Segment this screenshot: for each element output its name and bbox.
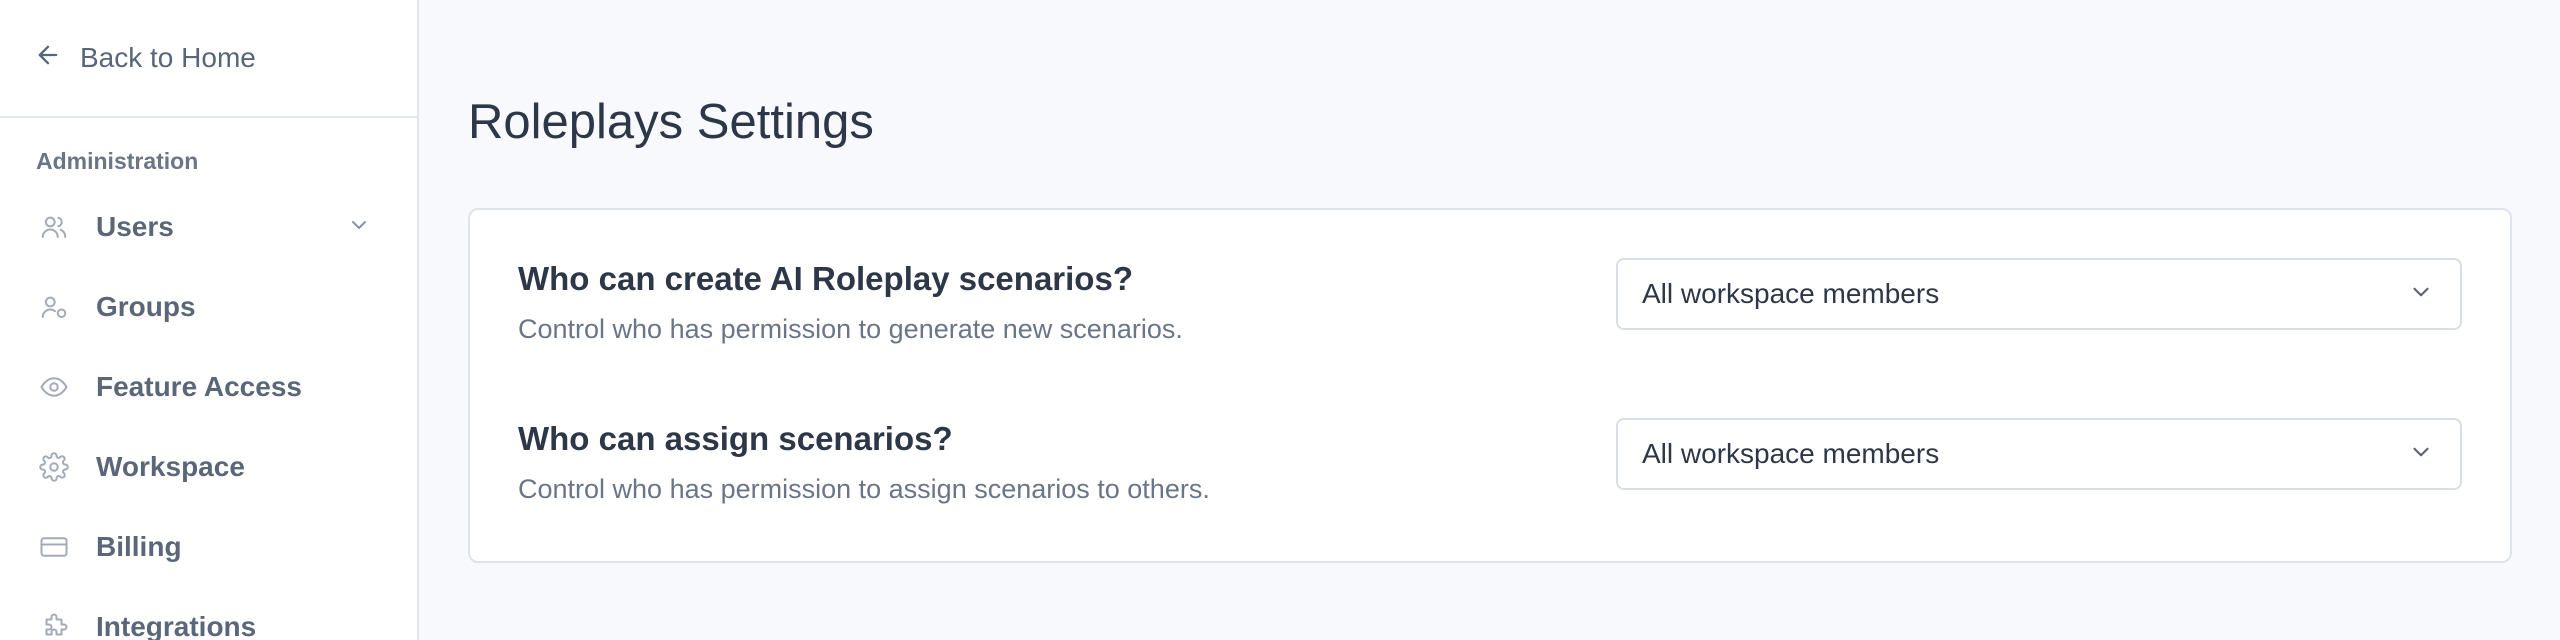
gear-icon	[38, 451, 70, 483]
sidebar-item-feature-access[interactable]: Feature Access	[0, 347, 417, 427]
back-link-label: Back to Home	[80, 42, 256, 73]
select-value: All workspace members	[1642, 278, 1940, 309]
app-root: Back to Home Administration Users Groups	[0, 0, 2560, 640]
chevron-down-icon	[2408, 439, 2434, 470]
create-permission-select[interactable]: All workspace members	[1616, 258, 2462, 330]
chevron-down-icon[interactable]	[347, 213, 371, 242]
section-label-administration: Administration	[36, 148, 199, 174]
credit-card-icon	[38, 531, 70, 563]
sidebar-item-users[interactable]: Users	[0, 187, 417, 267]
sidebar-item-label: Billing	[96, 531, 182, 562]
chevron-down-icon	[2408, 279, 2434, 310]
sidebar-item-billing[interactable]: Billing	[0, 507, 417, 587]
eye-icon	[38, 371, 70, 403]
sidebar-item-label: Groups	[96, 291, 196, 322]
setting-row-assign: Who can assign scenarios? Control who ha…	[518, 418, 2462, 505]
sidebar-item-label: Feature Access	[96, 371, 302, 402]
sidebar-item-groups[interactable]: Groups	[0, 267, 417, 347]
user-group-icon	[38, 291, 70, 323]
sidebar: Back to Home Administration Users Groups	[0, 0, 419, 640]
sidebar-item-integrations[interactable]: Integrations	[0, 587, 417, 640]
admin-nav: Users Groups Feature Access Workspace Bi…	[0, 187, 417, 640]
sidebar-item-label: Users	[96, 211, 174, 242]
setting-row-create: Who can create AI Roleplay scenarios? Co…	[518, 258, 2462, 345]
puzzle-icon	[38, 611, 70, 640]
sidebar-item-label: Integrations	[96, 611, 257, 640]
page-title: Roleplays Settings	[468, 95, 874, 149]
assign-permission-select[interactable]: All workspace members	[1616, 418, 2462, 490]
back-to-home-link[interactable]: Back to Home	[0, 0, 417, 118]
sidebar-item-label: Workspace	[96, 451, 245, 482]
main-content: Roleplays Settings Who can create AI Rol…	[419, 0, 2560, 640]
settings-card: Who can create AI Roleplay scenarios? Co…	[468, 208, 2512, 563]
sidebar-item-workspace[interactable]: Workspace	[0, 427, 417, 507]
users-icon	[38, 211, 70, 243]
arrow-left-icon	[34, 41, 80, 76]
select-value: All workspace members	[1642, 438, 1940, 469]
